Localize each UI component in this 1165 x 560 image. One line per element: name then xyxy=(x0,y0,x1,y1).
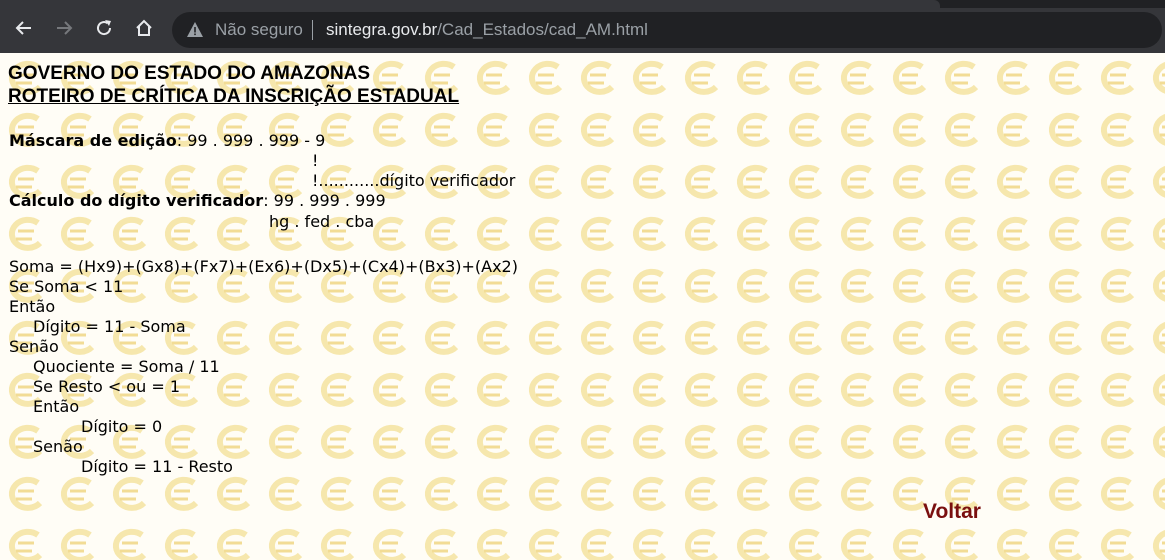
algo-line: Soma = (Hx9)+(Gx8)+(Fx7)+(Ex6)+(Dx5)+(Cx… xyxy=(9,257,518,276)
divider xyxy=(312,20,313,40)
active-tab[interactable] xyxy=(0,0,940,8)
mask-pointer-note: !............dígito verificador xyxy=(312,171,516,190)
forward-button[interactable] xyxy=(50,14,78,42)
algo-line: Quociente = Soma / 11 xyxy=(33,357,220,376)
address-bar[interactable]: Não seguro sintegra.gov.br/Cad_Estados/c… xyxy=(172,12,1162,48)
calc-letters: hg . fed . cba xyxy=(269,212,375,231)
security-status[interactable]: Não seguro xyxy=(215,20,303,40)
url-host: sintegra.gov.br xyxy=(326,20,438,39)
mask-pointer: ! xyxy=(312,151,319,170)
back-link[interactable]: Voltar xyxy=(923,500,981,524)
calc-label: Cálculo do dígito verificador xyxy=(9,191,264,210)
algo-line: Se Soma < 11 xyxy=(9,277,124,296)
algo-line: Se Resto < ou = 1 xyxy=(33,377,180,396)
arrow-right-icon xyxy=(57,21,73,35)
url-path: /Cad_Estados/cad_AM.html xyxy=(437,20,648,39)
arrow-left-icon xyxy=(15,21,31,35)
algo-line: Senão xyxy=(9,337,59,356)
algo-line: Então xyxy=(9,297,56,316)
page-content: GOVERNO DO ESTADO DO AMAZONAS ROTEIRO DE… xyxy=(0,53,1165,560)
page-title: GOVERNO DO ESTADO DO AMAZONAS xyxy=(8,63,371,84)
algo-line: Então xyxy=(33,397,80,416)
mask-value: : 99 . 999 . 999 - 9 xyxy=(176,131,326,150)
reload-icon xyxy=(97,20,112,36)
page-subtitle: ROTEIRO DE CRÍTICA DA INSCRIÇÃO ESTADUAL xyxy=(8,86,460,107)
algo-line: Dígito = 11 - Soma xyxy=(33,317,186,336)
calc-value: : 99 . 999 . 999 xyxy=(263,191,386,210)
warning-icon[interactable] xyxy=(186,21,204,39)
algo-line: Senão xyxy=(33,437,83,456)
algo-line: Dígito = 0 xyxy=(81,417,163,436)
mask-label: Máscara de edição xyxy=(9,131,177,150)
back-button[interactable] xyxy=(10,14,38,42)
reload-button[interactable] xyxy=(90,14,118,42)
home-button[interactable] xyxy=(130,14,158,42)
mask-row: Máscara de edição: 99 . 999 . 999 - 9 xyxy=(9,131,325,151)
tab-strip xyxy=(0,0,1165,8)
url-text[interactable]: sintegra.gov.br/Cad_Estados/cad_AM.html xyxy=(326,20,648,40)
home-icon xyxy=(136,19,152,36)
calc-row: Cálculo do dígito verificador: 99 . 999 … xyxy=(9,191,386,211)
algo-line: Dígito = 11 - Resto xyxy=(81,457,233,476)
browser-toolbar: Não seguro sintegra.gov.br/Cad_Estados/c… xyxy=(0,0,1165,53)
